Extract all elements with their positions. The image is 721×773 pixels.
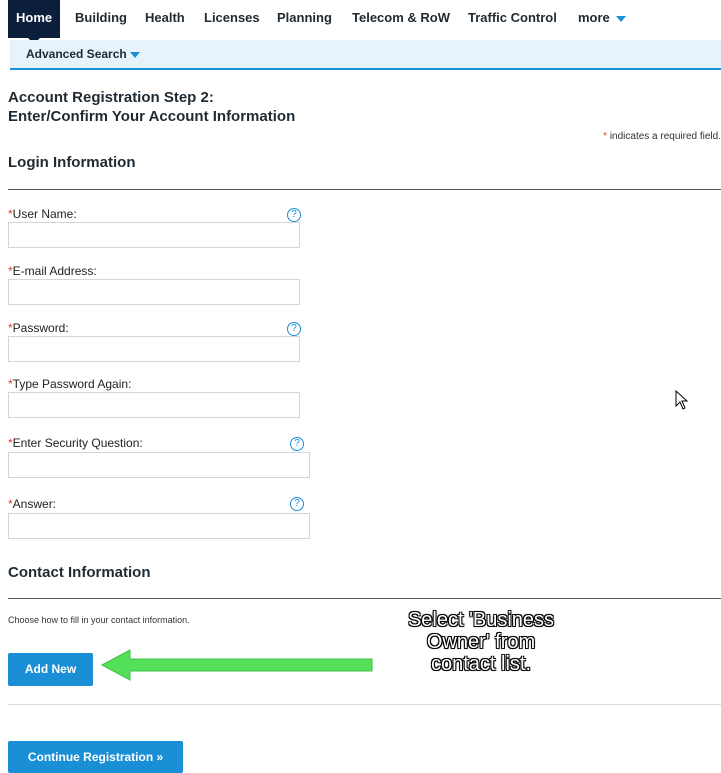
page-title-line2: Enter/Confirm Your Account Information	[8, 108, 296, 125]
password-confirm-input[interactable]	[8, 392, 300, 418]
security-question-input[interactable]	[8, 452, 310, 478]
question-circle-icon[interactable]: ?	[287, 208, 301, 222]
answer-label: *Answer:	[8, 497, 57, 511]
login-heading: Login Information	[8, 154, 136, 171]
answer-input[interactable]	[8, 513, 310, 539]
sub-nav: Advanced Search	[10, 40, 721, 70]
user-name-label: *User Name:	[8, 207, 77, 221]
user-name-input[interactable]	[8, 222, 300, 248]
add-new-button[interactable]: Add New	[8, 653, 93, 686]
tab-health[interactable]: Health	[145, 0, 185, 38]
annotation-arrow	[100, 649, 373, 681]
page-title-line1: Account Registration Step 2:	[8, 89, 214, 106]
continue-registration-button[interactable]: Continue Registration »	[8, 741, 183, 773]
tab-more-label: more	[578, 10, 610, 25]
section-separator	[8, 704, 721, 705]
password-input[interactable]	[8, 336, 300, 362]
password-confirm-label: *Type Password Again:	[8, 377, 132, 391]
contact-divider	[8, 598, 721, 599]
callout-line1: Select 'Business	[407, 609, 555, 631]
tab-more[interactable]: more	[578, 0, 626, 38]
security-question-label: *Enter Security Question:	[8, 436, 143, 450]
advanced-search-link[interactable]: Advanced Search	[26, 47, 140, 61]
login-divider	[8, 189, 721, 190]
tab-telecom-row[interactable]: Telecom & RoW	[352, 0, 450, 38]
caret-down-icon	[129, 51, 140, 58]
page-title: Account Registration Step 2: Enter/Confi…	[8, 88, 295, 126]
required-note-text: indicates a required field.	[609, 131, 721, 142]
password-label: *Password:	[8, 321, 69, 335]
caret-down-icon	[615, 15, 626, 22]
required-star: *	[603, 131, 608, 142]
top-nav: Home Building Health Licenses Planning T…	[0, 0, 721, 44]
contact-heading: Contact Information	[8, 564, 151, 581]
question-circle-icon[interactable]: ?	[287, 322, 301, 336]
question-circle-icon[interactable]: ?	[290, 437, 304, 451]
callout-line2: Owner' from	[426, 631, 536, 653]
email-input[interactable]	[8, 279, 300, 305]
mouse-pointer-icon	[675, 390, 689, 410]
tab-home[interactable]: Home	[8, 0, 61, 44]
required-note: * indicates a required field.	[603, 131, 721, 142]
question-circle-icon[interactable]: ?	[290, 497, 304, 511]
contact-instruction: Choose how to fill in your contact infor…	[8, 615, 190, 625]
tab-traffic-control[interactable]: Traffic Control	[468, 0, 557, 38]
advanced-search-label: Advanced Search	[26, 47, 127, 61]
tab-licenses[interactable]: Licenses	[204, 0, 260, 38]
tab-building[interactable]: Building	[75, 0, 127, 38]
callout-line3: contact list.	[430, 653, 532, 675]
tab-planning[interactable]: Planning	[277, 0, 332, 38]
email-label: *E-mail Address:	[8, 264, 97, 278]
annotation-callout: Select 'Business Owner' from contact lis…	[371, 609, 591, 675]
